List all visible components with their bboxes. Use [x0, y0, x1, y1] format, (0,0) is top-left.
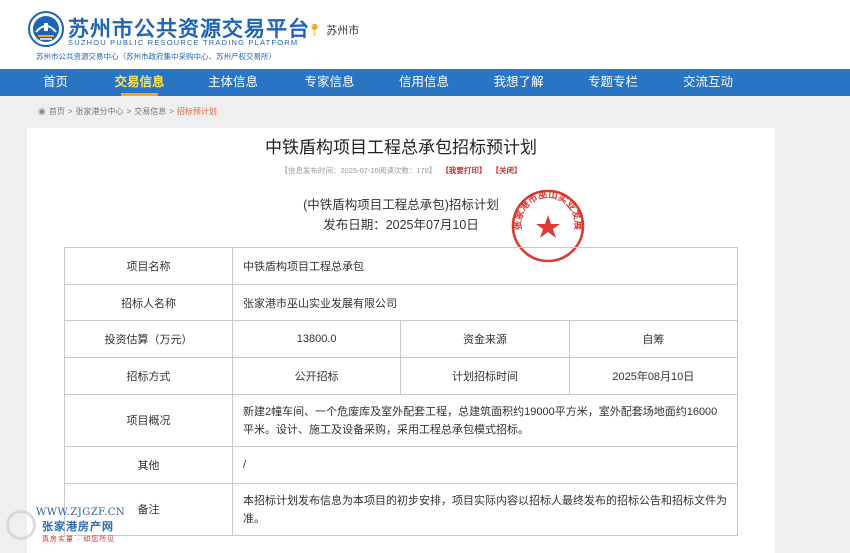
plan-title: (中铁盾构项目工程总承包)招标计划: [303, 198, 499, 212]
document-title: 中铁盾构项目工程总承包招标预计划: [265, 138, 537, 158]
site-header: 苏州市公共资源交易平台 SUZHOU PUBLIC RESOURCE TRADI…: [0, 0, 850, 69]
watermark-swirl-icon: [6, 510, 36, 540]
plan-date: 发布日期：2025年07月10日: [323, 218, 479, 232]
brand-subtitle-en: SUZHOU PUBLIC RESOURCE TRADING PLATFORM: [68, 38, 299, 47]
watermark-name: 张家港房产网: [42, 521, 114, 533]
table-row: 项目概况 新建2幢车间、一个危废库及室外配套工程，总建筑面积约19000平方米，…: [64, 394, 738, 447]
nav-item-exchange[interactable]: 交流互动: [676, 69, 740, 96]
fund-source-label: 资金来源: [400, 320, 570, 358]
content-panel: 中铁盾构项目工程总承包招标预计划 【信息发布时间：2025-07-10阅读次数：…: [27, 128, 775, 553]
breadcrumb-item-branch[interactable]: 张家港分中心: [76, 106, 124, 117]
location-icon: ◉: [38, 106, 46, 116]
breadcrumb-separator: >: [126, 107, 132, 116]
plan-info-table: 项目名称 中铁盾构项目工程总承包 招标人名称 张家港市巫山实业发展有限公司 投资…: [64, 247, 739, 536]
plan-time-label: 计划招标时间: [400, 357, 570, 395]
print-button[interactable]: 【我要打印】: [441, 166, 486, 175]
nav-item-special-topics[interactable]: 专题专栏: [550, 69, 676, 96]
nav-item-want-to-know[interactable]: 我想了解: [487, 69, 550, 96]
breadcrumb: ◉ 首页 > 张家港分中心 > 交易信息 > 招标预计划: [38, 106, 217, 117]
project-name-label: 项目名称: [64, 247, 233, 285]
table-row: 备注 本招标计划发布信息为本项目的初步安排，项目实际内容以招标人最终发布的招标公…: [64, 483, 738, 536]
remarks-value: 本招标计划发布信息为本项目的初步安排，项目实际内容以招标人最终发布的招标公告和招…: [232, 483, 738, 536]
nav-item-credit-info[interactable]: 信用信息: [361, 69, 487, 96]
investment-label: 投资估算（万元）: [64, 320, 233, 358]
watermark-url: WWW.ZJGZF.CN: [36, 507, 126, 518]
table-row: 招标人名称 张家港市巫山实业发展有限公司: [64, 284, 738, 321]
nav-item-entity-info[interactable]: 主体信息: [168, 69, 298, 96]
publish-info: 【信息发布时间：2025-07-10阅读次数：178】: [280, 166, 437, 175]
breadcrumb-current: 招标预计划: [176, 107, 217, 116]
watermark-slogan: 真房实量 · 如您所见: [42, 536, 116, 543]
table-row: 其他 /: [64, 446, 738, 484]
nav-item-trading-info[interactable]: 交易信息: [111, 69, 168, 96]
nav-item-home[interactable]: 首页: [0, 69, 111, 96]
tenderer-value: 张家港市巫山实业发展有限公司: [232, 284, 738, 321]
project-name-value: 中铁盾构项目工程总承包: [232, 247, 738, 285]
platform-logo-icon[interactable]: [28, 11, 64, 47]
tenderer-label: 招标人名称: [64, 284, 233, 321]
table-row: 招标方式 公开招标 计划招标时间 2025年08月10日: [64, 357, 739, 395]
breadcrumb-item-trading-info[interactable]: 交易信息: [134, 106, 166, 117]
other-value: /: [232, 446, 738, 484]
fund-source-value: 自筹: [568, 320, 739, 358]
brand-subtitle-cn: 苏州市公共资源交易中心（苏州市政府集中采购中心、苏州产权交易所）: [36, 52, 276, 61]
table-row: 投资估算（万元） 13800.0 资金来源 自筹: [64, 320, 739, 358]
city-selector[interactable]: 📍︎ 苏州市: [307, 22, 359, 38]
overview-label: 项目概况: [64, 394, 233, 447]
plan-time-value: 2025年08月10日: [568, 357, 739, 395]
other-label: 其他: [64, 446, 233, 484]
investment-value: 13800.0: [231, 320, 402, 358]
main-nav: 首页 交易信息 主体信息 专家信息 信用信息 我想了解 专题专栏 交流互动: [0, 69, 850, 96]
breadcrumb-item-home[interactable]: 首页: [49, 106, 65, 117]
document-meta: 【信息发布时间：2025-07-10阅读次数：178】 【我要打印】 【关闭】: [27, 165, 775, 176]
tender-method-label: 招标方式: [64, 357, 233, 395]
overview-value: 新建2幢车间、一个危废库及室外配套工程，总建筑面积约19000平方米，室外配套场…: [232, 394, 738, 447]
close-button[interactable]: 【关闭】: [492, 166, 522, 175]
nav-item-expert-info[interactable]: 专家信息: [298, 69, 361, 96]
breadcrumb-separator: >: [67, 107, 73, 116]
table-row: 项目名称 中铁盾构项目工程总承包: [64, 247, 738, 285]
tender-method-value: 公开招标: [231, 357, 402, 395]
location-pin-icon: 📍︎: [307, 23, 323, 37]
breadcrumb-separator: >: [169, 107, 174, 116]
city-label: 苏州市: [326, 25, 360, 37]
watermark-logo: WWW.ZJGZF.CN 张家港房产网 真房实量 · 如您所见: [6, 507, 136, 544]
